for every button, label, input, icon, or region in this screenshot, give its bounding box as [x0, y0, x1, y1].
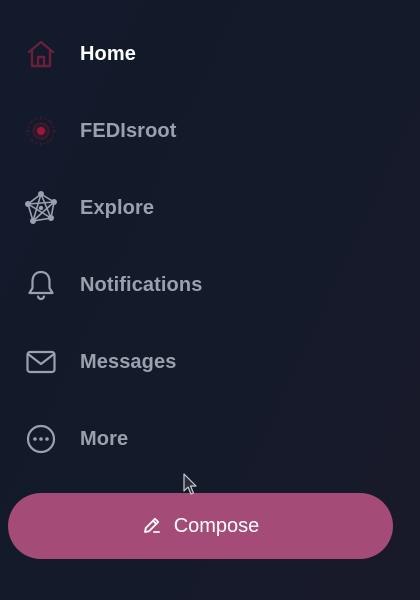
mouse-cursor-icon — [183, 473, 197, 497]
nav-label-messages: Messages — [80, 350, 177, 373]
pencil-icon — [142, 515, 162, 538]
compose-label: Compose — [173, 514, 260, 537]
nav-item-fedisroot[interactable]: FEDIsroot — [20, 103, 350, 159]
nav-label-notifications: Notifications — [80, 273, 203, 296]
more-icon — [20, 418, 62, 460]
nav-item-messages[interactable]: Messages — [20, 334, 350, 390]
home-icon — [20, 33, 62, 75]
nav-label-fedisroot: FEDIsroot — [80, 119, 177, 142]
nav-item-notifications[interactable]: Notifications — [20, 257, 350, 313]
fedi-icon — [20, 110, 62, 152]
nav-item-more[interactable]: More — [20, 411, 350, 467]
nav-label-explore: Explore — [80, 196, 155, 219]
compose-button[interactable]: Compose — [8, 493, 393, 559]
network-icon — [20, 187, 62, 229]
bell-icon — [20, 264, 62, 306]
nav-label-more: More — [80, 427, 129, 450]
nav-label-home: Home — [80, 42, 136, 65]
nav-item-explore[interactable]: Explore — [20, 180, 350, 236]
mail-icon — [20, 341, 62, 383]
nav-item-home[interactable]: Home — [20, 26, 350, 82]
